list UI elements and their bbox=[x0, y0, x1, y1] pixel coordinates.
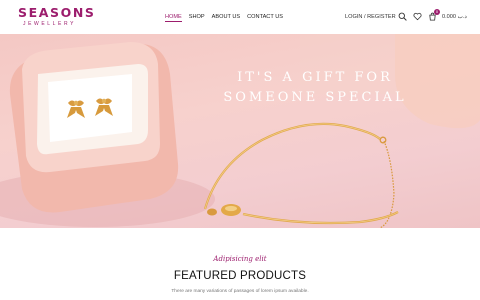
cart-count-badge: 0 bbox=[434, 9, 440, 15]
section-title: FEATURED PRODUCTS bbox=[173, 270, 307, 282]
section-subtitle: Adipisicing elit bbox=[213, 255, 267, 263]
section-description: There are many variations of passages of… bbox=[171, 289, 309, 294]
brand-logo[interactable]: SEASONS JEWELLERY bbox=[18, 6, 98, 27]
nav-item-about-us[interactable]: ABOUT US bbox=[212, 13, 241, 22]
featured-products-section: Adipisicing elit FEATURED PRODUCTS There… bbox=[0, 228, 480, 300]
login-register-link[interactable]: LOGIN / REGISTER bbox=[345, 13, 396, 21]
main-nav: HOME SHOP ABOUT US CONTACT US bbox=[165, 13, 283, 22]
hero-image bbox=[0, 34, 480, 228]
brand-name: SEASONS bbox=[18, 5, 96, 20]
hero-headline: IT'S A GIFT FOR SOMEONE SPECIAL bbox=[210, 68, 420, 108]
nav-item-home[interactable]: HOME bbox=[165, 13, 182, 22]
bracelet bbox=[203, 122, 399, 228]
site-header: SEASONS JEWELLERY HOME SHOP ABOUT US CON… bbox=[0, 0, 480, 34]
nav-item-shop[interactable]: SHOP bbox=[189, 13, 205, 22]
hero-line-1: IT'S A GIFT FOR bbox=[237, 70, 393, 85]
nav-item-contact-us[interactable]: CONTACT US bbox=[247, 13, 283, 22]
brand-tagline: JEWELLERY bbox=[23, 21, 77, 27]
hero-line-2: SOMEONE SPECIAL bbox=[223, 90, 407, 105]
hero-banner: IT'S A GIFT FOR SOMEONE SPECIAL bbox=[0, 34, 480, 228]
cart-total[interactable]: 0.000 د.ب bbox=[442, 13, 467, 21]
heart-icon[interactable] bbox=[413, 12, 422, 21]
search-icon[interactable] bbox=[398, 12, 407, 21]
